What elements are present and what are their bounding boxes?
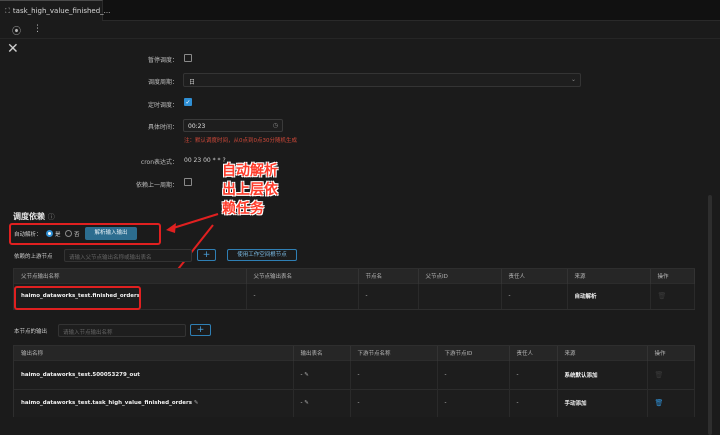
output-table-grid: 输出名称 输出表名 下游节点名称 下游节点ID 责任人 来源 操作 haimo_… bbox=[14, 346, 695, 417]
col-output-action: 操作 bbox=[647, 346, 695, 360]
deps-title: 调度依赖 ⓘ bbox=[13, 211, 55, 222]
col-owner: 责任人 bbox=[501, 269, 568, 283]
output-action-cell: 🗑 bbox=[647, 359, 695, 389]
col-downstream-name: 下游节点名称 bbox=[350, 346, 438, 360]
output-search-input[interactable]: 请输入节点输出名称 bbox=[58, 324, 186, 337]
source-cell: 自动解析 bbox=[567, 282, 651, 309]
output-label: 本节点的输出 bbox=[14, 329, 48, 335]
action-cell: 🗑 bbox=[650, 282, 695, 309]
table-row: haimo_dataworks_test.task_high_value_fin… bbox=[14, 388, 695, 417]
upstream-row-highlight bbox=[14, 286, 141, 310]
parent-output-table-cell: - bbox=[246, 282, 359, 309]
output-owner-cell: - bbox=[509, 388, 558, 417]
col-source: 来源 bbox=[567, 269, 651, 283]
col-output-owner: 责任人 bbox=[509, 346, 558, 360]
upstream-placeholder: 请输入父节点输出名称或输出表名 bbox=[69, 255, 152, 261]
output-placeholder: 请输入节点输出名称 bbox=[63, 330, 113, 336]
col-output-source: 来源 bbox=[557, 346, 648, 360]
upstream-search-input[interactable]: 请输入父节点输出名称或输出表名 bbox=[64, 249, 192, 262]
col-parent-output-table: 父节点输出表名 bbox=[246, 269, 359, 283]
output-table-cell: - ✎ bbox=[293, 359, 351, 389]
trash-icon[interactable]: 🗑 bbox=[658, 292, 667, 300]
use-root-node-button[interactable]: 使用工作空间根节点 bbox=[227, 249, 297, 261]
downstream-name-cell: - bbox=[350, 388, 438, 417]
deps-title-text: 调度依赖 bbox=[13, 212, 45, 221]
auto-parse-no-radio[interactable] bbox=[65, 230, 72, 237]
col-output-table: 输出表名 bbox=[293, 346, 351, 360]
edit-icon[interactable]: ✎ bbox=[194, 400, 199, 406]
output-table-cell: - ✎ bbox=[293, 388, 351, 417]
output-table: 输出名称 输出表名 下游节点名称 下游节点ID 责任人 来源 操作 haimo_… bbox=[13, 345, 695, 417]
auto-parse-yes-radio[interactable] bbox=[46, 230, 53, 237]
downstream-id-cell: - bbox=[437, 359, 510, 389]
col-node-name: 节点名 bbox=[358, 269, 419, 283]
output-action-cell: 🗑 bbox=[647, 388, 695, 417]
col-parent-output-name: 父节点输出名称 bbox=[14, 269, 247, 283]
parent-id-cell bbox=[418, 282, 502, 309]
col-downstream-id: 下游节点ID bbox=[437, 346, 510, 360]
col-parent-id: 父节点ID bbox=[418, 269, 502, 283]
downstream-id-cell: - bbox=[437, 388, 510, 417]
upstream-header-row: 父节点输出名称 父节点输出表名 节点名 父节点ID 责任人 来源 操作 bbox=[14, 269, 695, 283]
owner-cell: - bbox=[501, 282, 568, 309]
table-row: haimo_dataworks_test.500053279_out - ✎ -… bbox=[14, 359, 695, 389]
edit-icon[interactable]: ✎ bbox=[304, 400, 309, 406]
auto-parse-no-label: 否 bbox=[74, 232, 80, 238]
add-upstream-button[interactable]: + bbox=[197, 249, 216, 261]
arrow-head-auto-parse bbox=[166, 223, 176, 233]
output-table-value: - bbox=[300, 400, 303, 407]
output-owner-cell: - bbox=[509, 359, 558, 389]
output-header-row: 输出名称 输出表名 下游节点名称 下游节点ID 责任人 来源 操作 bbox=[14, 346, 695, 360]
add-output-button[interactable]: + bbox=[190, 324, 211, 336]
output-table-value: - bbox=[300, 371, 303, 378]
output-name-cell: haimo_dataworks_test.task_high_value_fin… bbox=[14, 388, 294, 417]
trash-icon[interactable]: 🗑 bbox=[655, 399, 664, 407]
auto-parse-label: 自动解析： bbox=[14, 232, 42, 238]
auto-parse-yes-label: 是 bbox=[55, 232, 61, 238]
output-source-cell: 手动添加 bbox=[557, 388, 648, 417]
output-source-cell: 系统默认添加 bbox=[557, 359, 648, 389]
upstream-label: 依赖的上游节点 bbox=[14, 254, 53, 260]
parse-io-button[interactable]: 解析输入输出 bbox=[85, 227, 137, 240]
edit-icon[interactable]: ✎ bbox=[304, 372, 309, 378]
node-name-cell: - bbox=[358, 282, 419, 309]
col-output-name: 输出名称 bbox=[14, 346, 294, 360]
editor-window: ⛶ task_high_value_finished_... ⦿ ⋮ ✕ 暂停调… bbox=[0, 0, 720, 435]
output-name-cell: haimo_dataworks_test.500053279_out bbox=[14, 359, 294, 389]
downstream-name-cell: - bbox=[350, 359, 438, 389]
col-action: 操作 bbox=[650, 269, 695, 283]
help-icon[interactable]: ⓘ bbox=[48, 213, 55, 221]
output-name-value: haimo_dataworks_test.task_high_value_fin… bbox=[21, 400, 192, 407]
trash-icon[interactable]: 🗑 bbox=[655, 371, 664, 379]
